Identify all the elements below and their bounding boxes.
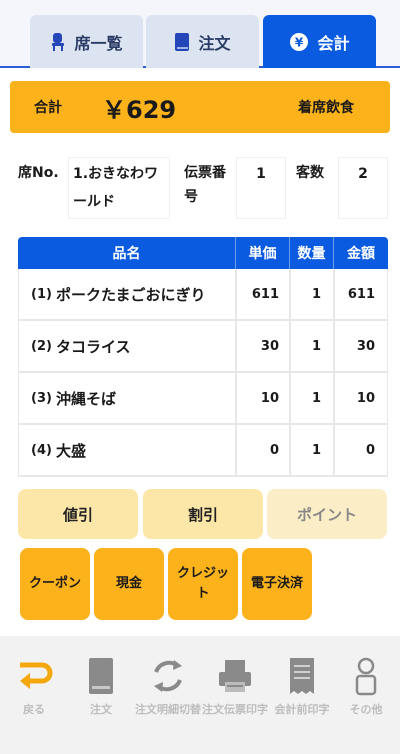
- nav-order-slip-print[interactable]: 注文伝票印字: [202, 650, 268, 718]
- item-price: 30: [237, 321, 291, 371]
- printer-icon: [202, 650, 268, 702]
- nav-order[interactable]: 注文: [68, 650, 134, 718]
- row-index: (4): [31, 442, 52, 458]
- receipt-icon: [269, 650, 335, 702]
- row-index: (1): [31, 286, 52, 302]
- total-banner: 合計 ￥629 着席飲食: [10, 81, 390, 133]
- seat-value: 1.おきなわワールド: [68, 157, 170, 219]
- order-table: 品名 単価 数量 金額 (1) ポークたまごおにぎり 611 1 611 (2) タ…: [18, 237, 388, 477]
- nav-order-label: 注文: [90, 703, 112, 716]
- point-button[interactable]: ポイント: [267, 489, 387, 539]
- nav-other-label: その他: [349, 703, 383, 716]
- nav-back-label: 戻る: [23, 703, 45, 716]
- item-name: ポークたまごおにぎり: [55, 285, 206, 304]
- slip-label: 伝票番号: [184, 165, 226, 205]
- cash-button[interactable]: 現金: [94, 548, 164, 620]
- table-header: 品名 単価 数量 金額: [18, 237, 388, 269]
- tab-order-label: 注文: [198, 33, 231, 53]
- tab-seat-list[interactable]: 席一覧: [30, 15, 143, 68]
- item-qty: 1: [291, 269, 335, 319]
- item-qty: 1: [291, 425, 335, 475]
- percent-discount-button[interactable]: 割引: [143, 489, 263, 539]
- price-discount-button[interactable]: 値引: [18, 489, 138, 539]
- item-price: 611: [237, 269, 291, 319]
- seat-label: 席No.: [18, 165, 59, 181]
- guests-label: 客数: [296, 165, 324, 181]
- nav-back[interactable]: 戻る: [1, 650, 67, 718]
- return-arrow-icon: [1, 650, 67, 702]
- total-amount: ￥629: [102, 95, 177, 124]
- book-icon: [174, 32, 190, 52]
- header-quantity: 数量: [290, 237, 334, 269]
- refresh-icon: [135, 650, 201, 702]
- item-price: 10: [237, 373, 291, 423]
- nav-order-detail-switch-label: 注文明細切替: [135, 703, 201, 716]
- yen-coin-icon: ¥: [289, 32, 309, 52]
- coupon-button[interactable]: クーポン: [20, 548, 90, 620]
- total-label: 合計: [34, 100, 62, 116]
- credit-button[interactable]: クレジット: [168, 548, 238, 620]
- bottom-nav: 戻る 注文 注文明細切替 注文伝票印字 会計前印字 その他: [0, 636, 400, 754]
- item-price: 0: [237, 425, 291, 475]
- row-index: (3): [31, 390, 52, 406]
- tab-seat-list-label: 席一覧: [74, 33, 123, 53]
- seating-type: 着席飲食: [298, 100, 354, 116]
- guests-value: 2: [338, 157, 388, 219]
- svg-text:¥: ¥: [295, 35, 304, 49]
- header-unit-price: 単価: [236, 237, 290, 269]
- item-name: 沖縄そば: [55, 389, 116, 408]
- nav-order-detail-switch[interactable]: 注文明細切替: [135, 650, 201, 718]
- item-amount: 611: [347, 286, 375, 302]
- table-row[interactable]: (3) 沖縄そば 10 1 10: [18, 373, 388, 425]
- item-name: 大盛: [55, 441, 86, 460]
- tab-order[interactable]: 注文: [146, 15, 259, 68]
- tab-checkout[interactable]: ¥ 会計: [263, 15, 376, 68]
- nav-pre-checkout-print-label: 会計前印字: [274, 703, 330, 716]
- nav-pre-checkout-print[interactable]: 会計前印字: [269, 650, 335, 718]
- order-info: 席No. 1.おきなわワールド 伝票番号 1 客数 2: [0, 157, 400, 221]
- document-icon: [68, 650, 134, 702]
- electronic-payment-button[interactable]: 電子決済: [242, 548, 312, 620]
- item-amount: 10: [356, 390, 375, 406]
- person-icon: [333, 650, 399, 702]
- tab-checkout-label: 会計: [317, 33, 350, 53]
- header-amount: 金額: [347, 246, 375, 262]
- nav-other[interactable]: その他: [333, 650, 399, 718]
- slip-value: 1: [236, 157, 286, 219]
- item-qty: 1: [291, 321, 335, 371]
- item-name: タコライス: [55, 337, 131, 356]
- item-qty: 1: [291, 373, 335, 423]
- header-item-name: 品名: [18, 237, 236, 269]
- nav-order-slip-print-label: 注文伝票印字: [202, 703, 268, 716]
- item-amount: 30: [356, 338, 375, 354]
- table-row[interactable]: (1) ポークたまごおにぎり 611 1 611: [18, 269, 388, 321]
- item-amount: 0: [365, 442, 375, 458]
- row-index: (2): [31, 338, 52, 354]
- chair-icon: [50, 32, 66, 52]
- table-row[interactable]: (2) タコライス 30 1 30: [18, 321, 388, 373]
- tab-bar: 席一覧 注文 ¥ 会計: [0, 0, 400, 68]
- table-row[interactable]: (4) 大盛 0 1 0: [18, 425, 388, 477]
